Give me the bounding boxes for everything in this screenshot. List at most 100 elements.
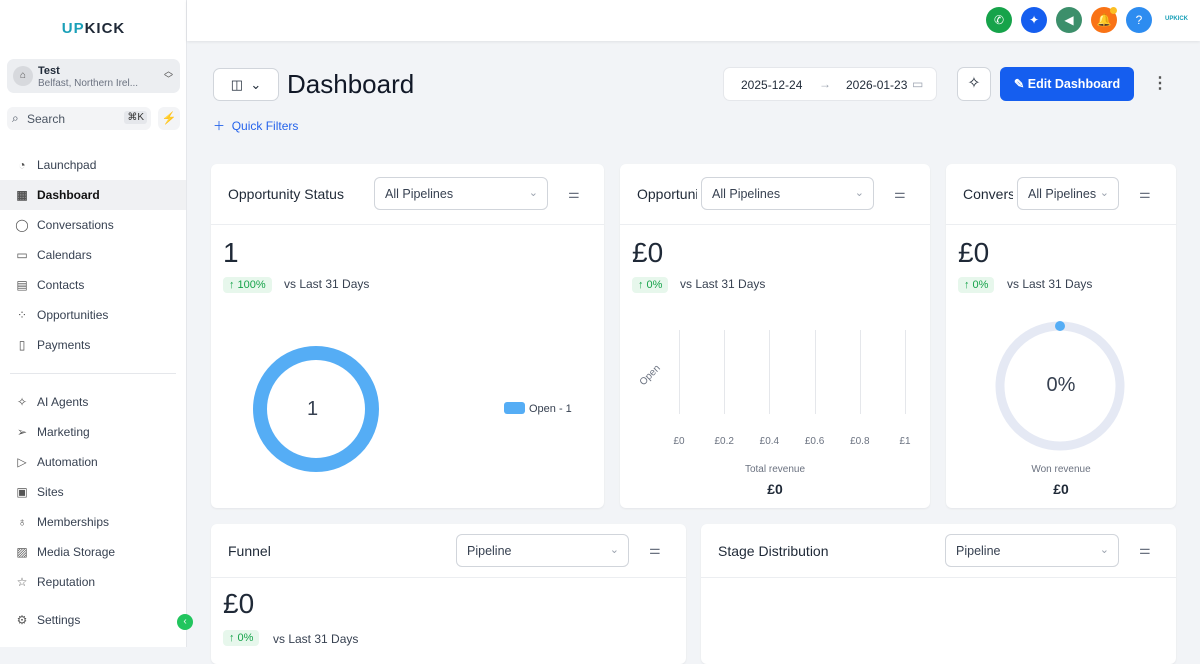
dashboard-icon: ▦ <box>16 188 28 202</box>
pipeline-select[interactable]: All Pipelines ⌄ <box>374 177 548 210</box>
conversations-icon: ◯ <box>15 218 29 232</box>
metric-value: £0 <box>958 237 990 268</box>
filter-settings-icon[interactable]: ⚌ <box>568 186 580 202</box>
sidebar-item-ai-agents[interactable]: ✧ AI Agents <box>0 387 186 417</box>
opportunity-value-card: Opportunity Value All Pipelines⌄ ⚌ £0 ↑ … <box>620 164 930 508</box>
pipeline-select[interactable]: All Pipelines ⌄ <box>701 177 874 210</box>
chevron-down-icon: ⌄ <box>609 544 619 556</box>
sidebar-item-sites[interactable]: ▣ Sites <box>0 477 186 507</box>
marketing-icon: ➢ <box>16 425 28 439</box>
quick-filters-link[interactable]: ＋ Quick Filters <box>213 117 298 134</box>
page-title: Dashboard <box>287 69 415 99</box>
chevron-down-icon: ⌄ <box>250 77 262 92</box>
funnel-card: Funnel Pipeline ⌄ ⚌ £0 ↑ 0% vs Last 31 Da… <box>211 524 686 664</box>
sidebar-item-reputation[interactable]: ☆ Reputation <box>0 567 186 597</box>
sidebar-item-launchpad[interactable]: ◔ Launchpad <box>0 150 186 180</box>
account-switcher[interactable]: ⌂ Test Belfast, Northern Irel... ︿ ﹀ <box>7 59 180 93</box>
gauge-marker <box>1055 321 1065 331</box>
conversion-rate-card: Conversion Rate All Pipelines⌄ ⚌ £0 ↑ 0%… <box>946 164 1176 508</box>
pipeline-select[interactable]: Pipeline ⌄ <box>945 534 1119 567</box>
edit-dashboard-button[interactable]: ✎ Edit Dashboard <box>1000 67 1134 101</box>
quick-action-bolt-icon[interactable]: ⚡ <box>158 107 180 130</box>
x-tick-label: £0.8 <box>850 436 870 447</box>
contacts-icon: ▤ <box>16 278 28 292</box>
sidebar-item-conversations[interactable]: ◯ Conversations <box>0 210 186 240</box>
x-tick-label: £0.4 <box>759 436 780 447</box>
arrow-right-icon: → <box>819 77 831 91</box>
chevron-down-icon: ⌄ <box>528 187 538 199</box>
sidebar-item-opportunities[interactable]: ⁘ Opportunities <box>0 300 186 330</box>
card-title: Funnel <box>228 543 271 559</box>
sidebar-item-calendars[interactable]: ▭ Calendars <box>0 240 186 270</box>
shortcut-badge: ⌘K <box>124 111 147 124</box>
sidebar-item-dashboard[interactable]: ▦ Dashboard <box>0 180 186 210</box>
gauge-center-label: 0% <box>1046 374 1076 396</box>
stage-distribution-card: Stage Distribution Pipeline ⌄ ⚌ <box>701 524 1176 664</box>
date-range-picker[interactable]: 2025-12-24 → 2026-01-23 ▭ <box>723 67 937 101</box>
chevron-down-icon: ⌄ <box>854 187 864 199</box>
sidebar-item-marketing[interactable]: ➢ Marketing <box>0 417 186 447</box>
search-icon: ⌕ <box>12 111 19 125</box>
sidebar-item-automation[interactable]: ▷ Automation <box>0 447 186 477</box>
ai-icon[interactable]: ✦ <box>1021 7 1047 33</box>
more-options-icon[interactable]: ⋮ <box>1152 73 1168 93</box>
sidebar-item-contacts[interactable]: ▤ Contacts <box>0 270 186 300</box>
metric-value: £0 <box>223 588 255 619</box>
change-badge: ↑ 0% <box>632 277 669 293</box>
collapse-sidebar-button[interactable]: ‹ <box>177 614 193 630</box>
x-tick-label: £0.2 <box>714 436 734 447</box>
x-tick-label: £0.6 <box>804 436 825 447</box>
plus-icon: ＋ <box>213 119 226 133</box>
x-axis-label: Total revenue <box>744 464 806 475</box>
sidebar-item-payments[interactable]: ▯ Payments <box>0 330 186 360</box>
sidebar-item-media-storage[interactable]: ▨ Media Storage <box>0 537 186 567</box>
sites-icon: ▣ <box>16 485 28 499</box>
dashboard-switcher-button[interactable]: ◫ ⌄ <box>213 68 279 101</box>
card-title: Opportunity Value <box>637 186 697 202</box>
change-badge: ↑ 0% <box>223 630 260 646</box>
account-location: Belfast, Northern Irel... <box>38 78 139 89</box>
x-tick-label: £1 <box>899 436 911 447</box>
gridline <box>724 330 726 414</box>
gridline <box>679 330 680 414</box>
megaphone-icon[interactable]: ◀ <box>1056 7 1082 33</box>
search-button[interactable]: ⌕ Search ⌘K <box>7 107 151 130</box>
calendars-icon: ▭ <box>16 248 28 262</box>
opportunity-status-card: Opportunity Status All Pipelines ⌄ ⚌ 1 ↑ … <box>211 164 604 508</box>
sidebar-item-settings[interactable]: ⚙ Settings <box>0 605 186 635</box>
ai-agents-icon: ✧ <box>16 395 28 409</box>
donut-center-label: 1 <box>307 398 319 420</box>
divider <box>10 373 176 374</box>
chevron-updown-icon: ︿ ﹀ <box>163 66 173 84</box>
filter-settings-icon[interactable]: ⚌ <box>649 542 661 558</box>
metric-value: £0 <box>632 237 664 268</box>
gear-icon: ⚙ <box>16 613 28 627</box>
pipeline-select[interactable]: Pipeline ⌄ <box>456 534 629 567</box>
filter-settings-icon[interactable]: ⚌ <box>1139 186 1151 202</box>
opportunities-icon: ⁘ <box>16 308 28 322</box>
pipeline-select[interactable]: All Pipelines ⌄ <box>1017 177 1119 210</box>
change-badge: ↑ 0% <box>958 277 995 293</box>
legend-label[interactable]: Open - 1 <box>529 403 572 415</box>
logo[interactable]: UPKICK <box>0 20 187 37</box>
change-badge: ↑ 100% <box>223 277 272 293</box>
automation-icon: ▷ <box>17 455 27 469</box>
card-title: Conversion Rate <box>963 186 1013 202</box>
sidebar-item-memberships[interactable]: ♁ Memberships <box>0 507 186 537</box>
ai-sparkle-button[interactable]: ✧ <box>957 67 991 101</box>
notification-dot <box>1110 7 1117 14</box>
sparkle-icon: ✧ <box>967 75 981 92</box>
reputation-icon: ☆ <box>16 575 28 589</box>
filter-settings-icon[interactable]: ⚌ <box>1139 542 1151 558</box>
metric-value: 1 <box>223 237 239 268</box>
gridline <box>769 330 771 414</box>
media-storage-icon: ▨ <box>16 545 28 559</box>
help-icon[interactable]: ? <box>1126 7 1152 33</box>
chevron-down-icon: ⌄ <box>1099 187 1109 199</box>
x-tick-label: £0 <box>673 436 685 447</box>
filter-settings-icon[interactable]: ⚌ <box>894 186 906 202</box>
account-name: Test <box>38 65 60 77</box>
sidebar: UPKICK ⌂ Test Belfast, Northern Irel... … <box>0 0 193 647</box>
phone-icon[interactable]: ✆ <box>986 7 1012 33</box>
calendar-icon: ▭ <box>912 77 924 91</box>
